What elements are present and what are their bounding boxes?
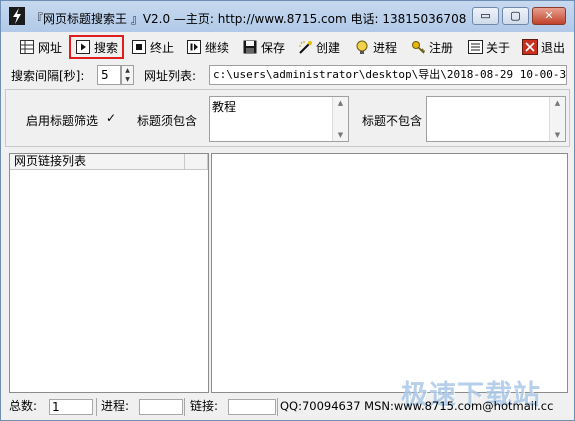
- toolbar-button-resume[interactable]: 继续: [186, 36, 229, 58]
- toolbar-label: 网址: [38, 40, 63, 55]
- play-icon: [75, 39, 91, 55]
- filter-panel: 启用标题筛选 ✓ 标题须包含 教程 ▲ ▼ 标题不包含 ▲ ▼: [5, 89, 570, 147]
- toolbar-button-register[interactable]: 注册: [410, 36, 453, 58]
- include-scrollbar[interactable]: ▲ ▼: [332, 97, 348, 141]
- url-list-input[interactable]: c:\users\administrator\desktop\导出\2018-0…: [209, 65, 567, 85]
- create-icon: [297, 39, 313, 55]
- interval-label: 搜索间隔[秒]:: [11, 69, 85, 83]
- contact-info: QQ:70094637 MSN:www.8715.com@hotmail.cc: [280, 399, 554, 413]
- status-progress: 进程:: [101, 398, 185, 416]
- total-value: 1: [49, 399, 93, 415]
- status-link: 链接:: [190, 398, 278, 416]
- toolbar-label: 退出: [541, 40, 566, 55]
- scroll-up-icon[interactable]: ▲: [333, 99, 348, 107]
- scroll-down-icon[interactable]: ▼: [333, 131, 348, 139]
- window-title: 『网页标题搜索王 』V2.0 —主页: http://www.8715.com …: [31, 12, 467, 26]
- save-icon: [242, 39, 258, 55]
- toolbar-label: 进程: [373, 40, 398, 55]
- toolbar-button-exit[interactable]: 退出: [522, 36, 565, 58]
- exclude-textarea[interactable]: ▲ ▼: [426, 96, 566, 142]
- toolbar-label: 注册: [429, 40, 454, 55]
- resume-icon: [186, 39, 202, 55]
- app-lightning-icon: [9, 7, 25, 25]
- spin-down-icon[interactable]: ▼: [122, 75, 133, 84]
- title-bar[interactable]: 『网页标题搜索王 』V2.0 —主页: http://www.8715.com …: [1, 1, 574, 32]
- toolbar-button-stop[interactable]: 终止: [131, 36, 174, 58]
- progress-label: 进程:: [101, 399, 130, 413]
- bulb-icon: [354, 39, 370, 55]
- spin-up-icon[interactable]: ▲: [122, 66, 133, 75]
- interval-spinner[interactable]: ▲ ▼: [121, 65, 134, 85]
- status-bar: 总数: 1 进程: 链接: QQ:70094637 MSN:www.8715.c…: [1, 397, 574, 417]
- include-textarea[interactable]: 教程 ▲ ▼: [209, 96, 349, 142]
- enable-filter-checkbox[interactable]: ✓: [106, 112, 117, 124]
- link-list-column-header[interactable]: 网页链接列表: [10, 154, 185, 170]
- url-list-label: 网址列表:: [144, 69, 197, 83]
- enable-filter-label: 启用标题筛选: [26, 114, 99, 128]
- toolbar-button-save[interactable]: 保存: [242, 36, 285, 58]
- exit-icon: [522, 39, 538, 55]
- toolbar-button-search[interactable]: 搜索: [69, 35, 125, 59]
- exclude-label: 标题不包含: [362, 114, 423, 128]
- stop-icon: [131, 39, 147, 55]
- about-icon: [467, 39, 483, 55]
- scroll-down-icon[interactable]: ▼: [550, 131, 565, 139]
- toolbar-label: 关于: [486, 40, 511, 55]
- status-total: 总数: 1: [9, 398, 97, 416]
- grid-icon: [19, 39, 35, 55]
- main-window: 『网页标题搜索王 』V2.0 —主页: http://www.8715.com …: [0, 0, 575, 421]
- toolbar-label: 保存: [261, 40, 286, 55]
- close-button[interactable]: ✕: [532, 7, 566, 25]
- maximize-button[interactable]: ▢: [502, 7, 529, 25]
- total-label: 总数:: [9, 399, 38, 413]
- toolbar-button-process[interactable]: 进程: [354, 36, 397, 58]
- scroll-up-icon[interactable]: ▲: [550, 99, 565, 107]
- link-label: 链接:: [190, 399, 219, 413]
- settings-row: 搜索间隔[秒]: 5 ▲ ▼ 网址列表: c:\users\administra…: [1, 63, 574, 87]
- progress-value: [139, 399, 183, 415]
- result-pane[interactable]: [211, 153, 568, 393]
- toolbar: 网址 搜索 终止 继续 保存 创建 进程 注册 关于 退出: [1, 34, 574, 60]
- toolbar-label: 继续: [205, 40, 230, 55]
- toolbar-button-urls[interactable]: 网址: [19, 36, 62, 58]
- minimize-button[interactable]: ▭: [472, 7, 499, 25]
- link-list-column-spacer: [185, 154, 208, 170]
- toolbar-label: 创建: [316, 40, 341, 55]
- toolbar-label: 搜索: [94, 40, 119, 55]
- link-list[interactable]: 网页链接列表: [9, 153, 209, 393]
- toolbar-label: 终止: [150, 40, 175, 55]
- include-label: 标题须包含: [137, 114, 198, 128]
- toolbar-button-create[interactable]: 创建: [297, 36, 340, 58]
- toolbar-button-about[interactable]: 关于: [467, 36, 510, 58]
- key-icon: [410, 39, 426, 55]
- include-text: 教程: [212, 100, 237, 114]
- exclude-scrollbar[interactable]: ▲ ▼: [549, 97, 565, 141]
- link-value: [228, 399, 276, 415]
- interval-input[interactable]: 5: [97, 65, 121, 85]
